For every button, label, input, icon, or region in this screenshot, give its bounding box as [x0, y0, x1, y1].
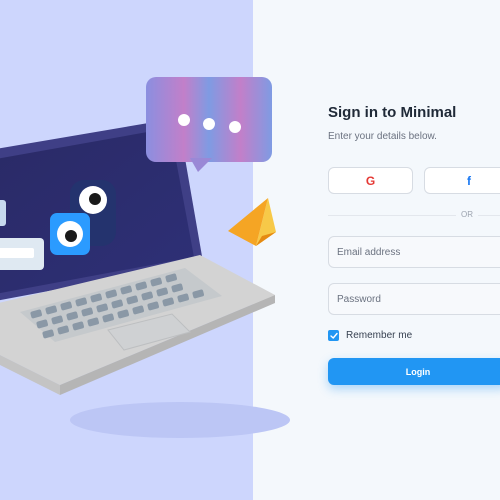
password-field[interactable]: [328, 283, 500, 315]
login-button[interactable]: Login: [328, 358, 500, 385]
remember-me-label: Remember me: [346, 330, 413, 341]
remember-me-row: Remember me: [328, 330, 412, 341]
shadow: [70, 402, 290, 438]
divider-line-right: [478, 215, 500, 216]
google-login-button[interactable]: G: [328, 167, 413, 194]
page-subtitle: Enter your details below.: [328, 131, 437, 142]
facebook-login-button[interactable]: f: [424, 167, 500, 194]
divider-line-left: [328, 215, 456, 216]
chat-bubble-icon: [146, 77, 272, 172]
google-icon: G: [365, 173, 376, 188]
divider-or-text: OR: [461, 210, 473, 219]
facebook-icon: f: [467, 173, 471, 188]
page-title: Sign in to Minimal: [328, 104, 457, 121]
checkmark-icon: [329, 332, 338, 339]
email-field[interactable]: [328, 236, 500, 268]
remember-me-checkbox[interactable]: [328, 330, 339, 341]
